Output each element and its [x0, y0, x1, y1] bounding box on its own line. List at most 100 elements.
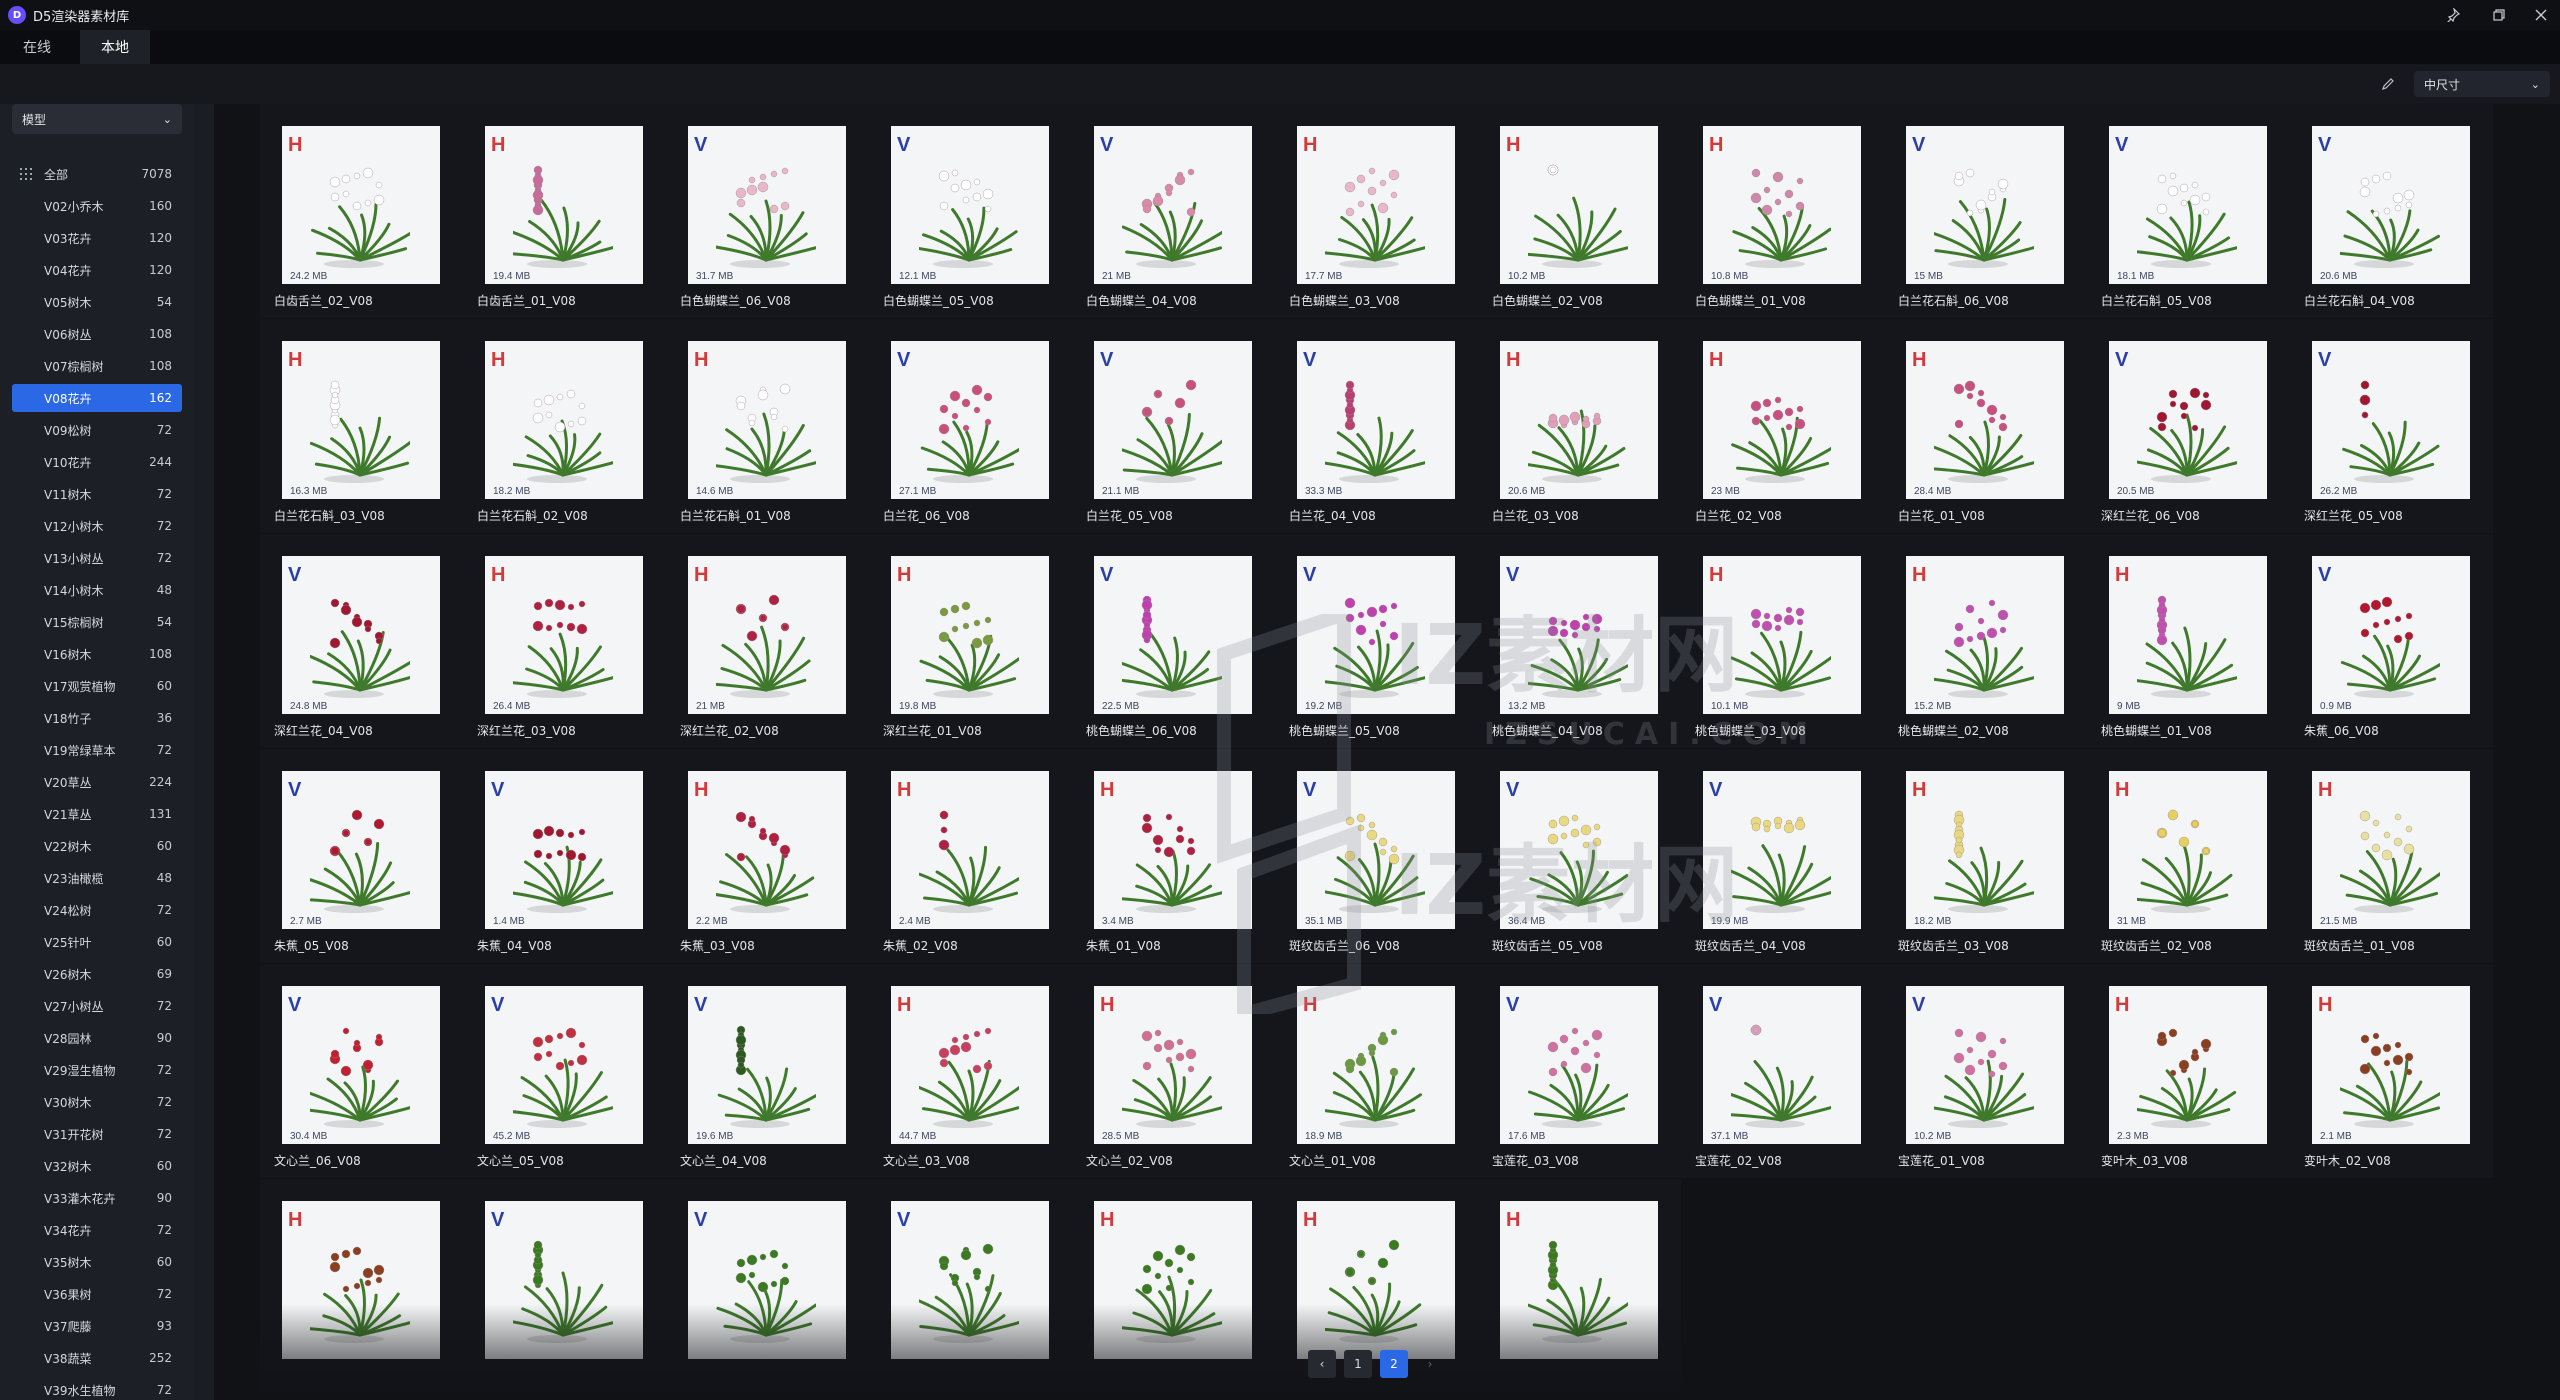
asset-card[interactable]: H 2.4 MB 朱蕉_02_V08 [869, 749, 1072, 963]
asset-card[interactable]: H 23 MB 白兰花_02_V08 [1681, 319, 1884, 533]
asset-card[interactable]: H 9 MB 桃色蝴蝶兰_01_V08 [2087, 534, 2290, 748]
sidebar-category-item[interactable]: V15棕榈树 54 [12, 608, 182, 636]
asset-card[interactable]: V 19.2 MB 桃色蝴蝶兰_05_V08 [1275, 534, 1478, 748]
sidebar-category-item[interactable]: V11树木 72 [12, 480, 182, 508]
asset-thumbnail[interactable]: H 21.5 MB [2312, 771, 2470, 929]
asset-thumbnail[interactable]: V 33.3 MB [1297, 341, 1455, 499]
next-page-button[interactable]: › [1416, 1350, 1444, 1378]
asset-thumbnail[interactable]: H 2.3 MB [2109, 986, 2267, 1144]
asset-card[interactable]: H 14.6 MB 白兰花石斛_01_V08 [666, 319, 869, 533]
asset-thumbnail[interactable]: H 3.4 MB [1094, 771, 1252, 929]
asset-thumbnail[interactable]: H 17.7 MB [1297, 126, 1455, 284]
sidebar-category-item[interactable]: V06树丛 108 [12, 320, 182, 348]
sidebar-category-item[interactable]: V39水生植物 72 [12, 1376, 182, 1400]
asset-thumbnail[interactable]: H 10.2 MB [1500, 126, 1658, 284]
asset-card[interactable]: V 2.7 MB 朱蕉_05_V08 [260, 749, 463, 963]
pencil-icon[interactable] [2378, 74, 2398, 94]
asset-thumbnail[interactable]: V 31.7 MB [688, 126, 846, 284]
sidebar-category-item[interactable]: V34花卉 72 [12, 1216, 182, 1244]
prev-page-button[interactable]: ‹ [1308, 1350, 1336, 1378]
asset-card[interactable]: V 31.7 MB 白色蝴蝶兰_06_V08 [666, 104, 869, 318]
sidebar-category-item[interactable]: V27小树丛 72 [12, 992, 182, 1020]
asset-thumbnail[interactable]: V 17.6 MB [1500, 986, 1658, 1144]
sidebar-category-item[interactable]: V28园林 90 [12, 1024, 182, 1052]
asset-thumbnail[interactable]: V 19.6 MB [688, 986, 846, 1144]
asset-thumbnail[interactable]: H 18.2 MB [1906, 771, 2064, 929]
asset-card[interactable]: V 18.1 MB 白兰花石斛_05_V08 [2087, 104, 2290, 318]
asset-card[interactable]: V 0.9 MB 朱蕉_06_V08 [2290, 534, 2493, 748]
asset-thumbnail[interactable]: V 24.8 MB [282, 556, 440, 714]
asset-card[interactable]: H 31 MB 斑纹齿舌兰_02_V08 [2087, 749, 2290, 963]
asset-thumbnail[interactable]: V 45.2 MB [485, 986, 643, 1144]
sidebar-category-item[interactable]: V22树木 60 [12, 832, 182, 860]
asset-thumbnail[interactable]: V 26.2 MB [2312, 341, 2470, 499]
sidebar-category-item[interactable]: V31开花树 72 [12, 1120, 182, 1148]
sidebar-category-item[interactable]: V32树木 60 [12, 1152, 182, 1180]
asset-card[interactable]: V 19.9 MB 斑纹齿舌兰_04_V08 [1681, 749, 1884, 963]
asset-card[interactable]: H 19.8 MB 深红兰花_01_V08 [869, 534, 1072, 748]
asset-card[interactable]: H 17.7 MB 白色蝴蝶兰_03_V08 [1275, 104, 1478, 318]
asset-card[interactable]: H 18.9 MB 文心兰_01_V08 [1275, 964, 1478, 1178]
asset-thumbnail[interactable]: V 22.5 MB [1094, 556, 1252, 714]
asset-card[interactable]: H 28.4 MB 白兰花_01_V08 [1884, 319, 2087, 533]
asset-card[interactable]: H 21 MB 深红兰花_02_V08 [666, 534, 869, 748]
asset-thumbnail[interactable]: V 21.1 MB [1094, 341, 1252, 499]
asset-card[interactable]: V 24.8 MB 深红兰花_04_V08 [260, 534, 463, 748]
restore-icon[interactable] [2488, 4, 2510, 26]
asset-thumbnail[interactable]: H 18.9 MB [1297, 986, 1455, 1144]
asset-thumbnail[interactable]: H 23 MB [1703, 341, 1861, 499]
sidebar-category-item[interactable]: V33灌木花卉 90 [12, 1184, 182, 1212]
sidebar-category-item[interactable]: V35树木 60 [12, 1248, 182, 1276]
asset-card[interactable]: V 1.4 MB 朱蕉_04_V08 [463, 749, 666, 963]
asset-thumbnail[interactable]: H 19.4 MB [485, 126, 643, 284]
asset-card[interactable]: H 18.2 MB 白兰花石斛_02_V08 [463, 319, 666, 533]
asset-card[interactable]: H 15.2 MB 桃色蝴蝶兰_02_V08 [1884, 534, 2087, 748]
asset-thumbnail[interactable]: H 44.7 MB [891, 986, 1049, 1144]
asset-thumbnail[interactable]: V 20.5 MB [2109, 341, 2267, 499]
asset-card[interactable]: V 19.6 MB 文心兰_04_V08 [666, 964, 869, 1178]
sidebar-category-item[interactable]: V18竹子 36 [12, 704, 182, 732]
asset-thumbnail[interactable]: H 2.2 MB [688, 771, 846, 929]
asset-thumbnail[interactable]: V 19.9 MB [1703, 771, 1861, 929]
asset-thumbnail[interactable]: V 12.1 MB [891, 126, 1049, 284]
asset-thumbnail[interactable]: V 15 MB [1906, 126, 2064, 284]
asset-thumbnail[interactable]: V 18.1 MB [2109, 126, 2267, 284]
sidebar-category-item[interactable]: V19常绿草本 72 [12, 736, 182, 764]
pin-icon[interactable] [2442, 4, 2464, 26]
close-icon[interactable] [2530, 4, 2552, 26]
asset-thumbnail[interactable]: H 21 MB [688, 556, 846, 714]
asset-thumbnail[interactable]: H 24.2 MB [282, 126, 440, 284]
sidebar-category-item[interactable]: V09松树 72 [12, 416, 182, 444]
model-type-dropdown[interactable]: 模型 ⌄ [12, 104, 182, 134]
sidebar-category-item[interactable]: 全部 7078 [12, 160, 182, 188]
asset-thumbnail[interactable]: H 31 MB [2109, 771, 2267, 929]
asset-thumbnail[interactable]: H 26.4 MB [485, 556, 643, 714]
sidebar-category-item[interactable]: V37爬藤 93 [12, 1312, 182, 1340]
asset-card[interactable]: V 15 MB 白兰花石斛_06_V08 [1884, 104, 2087, 318]
asset-card[interactable]: H 16.3 MB 白兰花石斛_03_V08 [260, 319, 463, 533]
asset-thumbnail[interactable]: H 28.5 MB [1094, 986, 1252, 1144]
asset-card[interactable]: V 27.1 MB 白兰花_06_V08 [869, 319, 1072, 533]
sidebar-category-item[interactable]: V10花卉 244 [12, 448, 182, 476]
asset-thumbnail[interactable]: V 13.2 MB [1500, 556, 1658, 714]
asset-thumbnail[interactable]: V 2.7 MB [282, 771, 440, 929]
asset-thumbnail[interactable]: H 2.4 MB [891, 771, 1049, 929]
asset-card[interactable]: V 37.1 MB 宝莲花_02_V08 [1681, 964, 1884, 1178]
asset-card[interactable]: H 18.2 MB 斑纹齿舌兰_03_V08 [1884, 749, 2087, 963]
asset-thumbnail[interactable]: V 27.1 MB [891, 341, 1049, 499]
size-dropdown[interactable]: 中尺寸 ⌄ [2414, 71, 2550, 97]
asset-card[interactable]: V 36.4 MB 斑纹齿舌兰_05_V08 [1478, 749, 1681, 963]
sidebar-category-item[interactable]: V25针叶 60 [12, 928, 182, 956]
asset-card[interactable]: H 3.4 MB 朱蕉_01_V08 [1072, 749, 1275, 963]
asset-thumbnail[interactable]: H 2.1 MB [2312, 986, 2470, 1144]
asset-card[interactable]: V 35.1 MB 斑纹齿舌兰_06_V08 [1275, 749, 1478, 963]
asset-thumbnail[interactable]: H 9 MB [2109, 556, 2267, 714]
sidebar-category-item[interactable]: V12小树木 72 [12, 512, 182, 540]
sidebar-category-item[interactable]: V38蔬菜 252 [12, 1344, 182, 1372]
asset-card[interactable]: H 2.2 MB 朱蕉_03_V08 [666, 749, 869, 963]
asset-card[interactable]: V 22.5 MB 桃色蝴蝶兰_06_V08 [1072, 534, 1275, 748]
page-2-button[interactable]: 2 [1380, 1350, 1408, 1378]
asset-card[interactable]: V 10.2 MB 宝莲花_01_V08 [1884, 964, 2087, 1178]
sidebar-category-item[interactable]: V07棕榈树 108 [12, 352, 182, 380]
asset-card[interactable]: H 20.6 MB 白兰花_03_V08 [1478, 319, 1681, 533]
